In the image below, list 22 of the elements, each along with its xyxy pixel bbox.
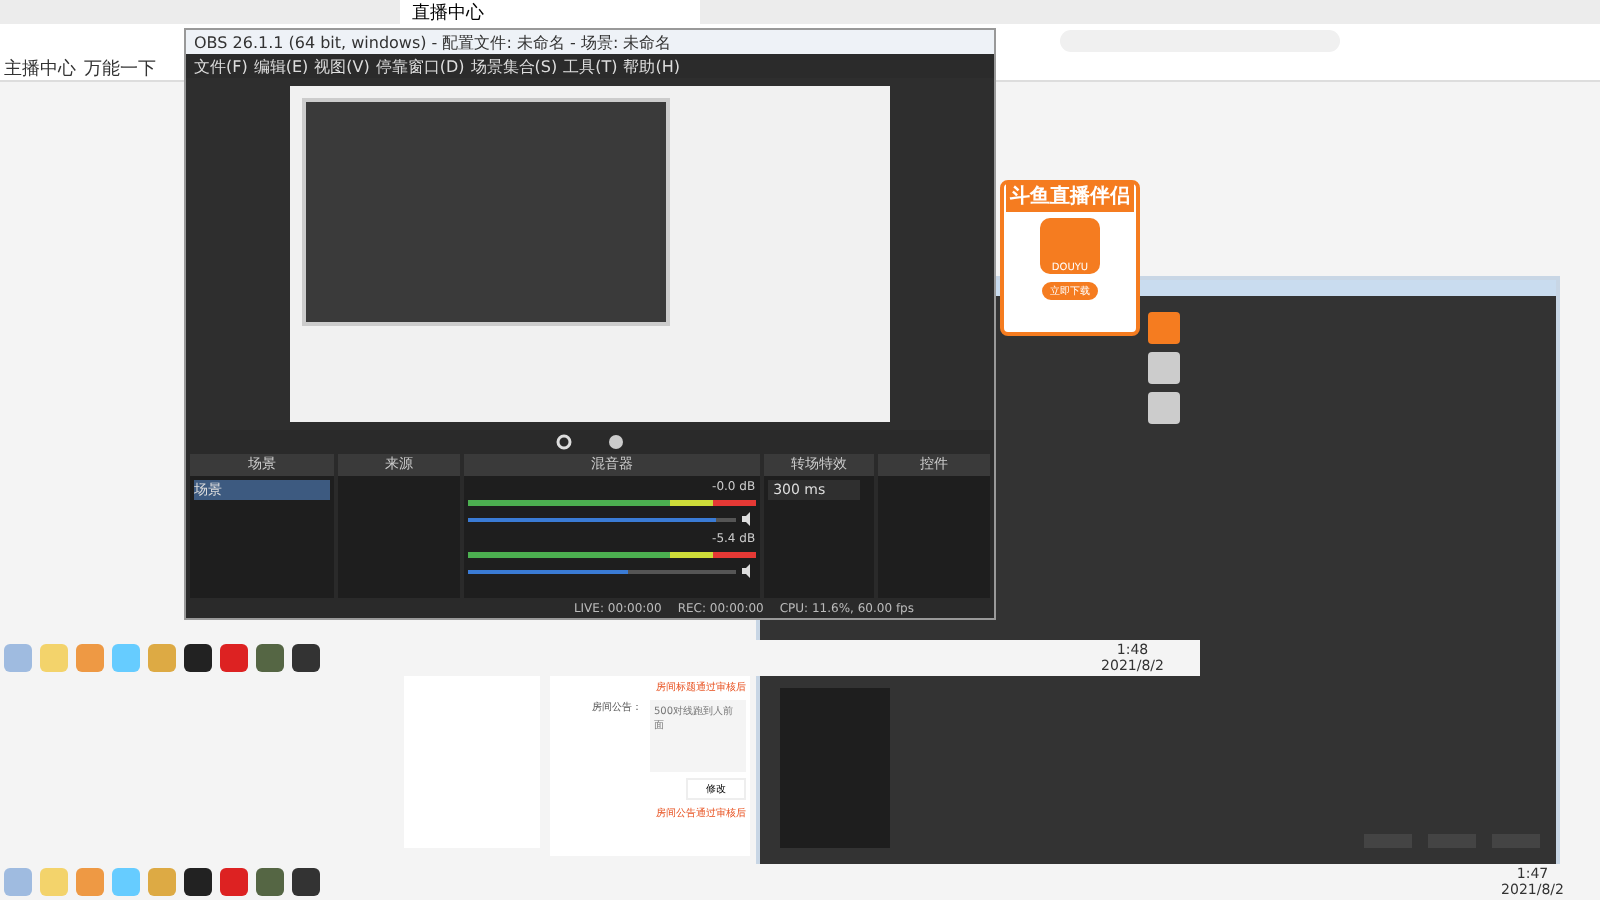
bookmark-link[interactable]: 万能一下 — [84, 55, 156, 81]
controls-panel — [878, 476, 991, 598]
window-title: OBS 26.1.1 (64 bit, windows) - 配置文件: 未命名 - 场景: 未命名 — [194, 31, 672, 53]
menu-item[interactable]: 帮助(H) — [623, 55, 680, 77]
circle-icon[interactable] — [608, 434, 624, 450]
ad-title: 斗鱼直播伴侣 — [1006, 184, 1134, 212]
taskbar-app-icon[interactable] — [184, 868, 212, 896]
taskbar-app-icon[interactable] — [292, 868, 320, 896]
menu-item[interactable]: 工具(T) — [563, 55, 618, 77]
menu-item[interactable]: 文件(F) — [194, 55, 248, 77]
menu-item[interactable]: 编辑(E) — [253, 55, 309, 77]
speaker-icon[interactable] — [741, 564, 756, 578]
taskbar-app-icon[interactable] — [292, 644, 320, 672]
menu-item[interactable]: 视图(V) — [314, 55, 370, 77]
settings-icon[interactable] — [556, 434, 572, 450]
taskbar-app-icon[interactable] — [184, 644, 212, 672]
menu-item[interactable]: 停靠窗口(D) — [375, 55, 465, 77]
menu-item[interactable]: 场景集合(S) — [470, 55, 558, 77]
sources-list — [337, 476, 461, 598]
browser-tab[interactable]: 直播中心 — [400, 0, 700, 24]
speaker-icon[interactable] — [741, 512, 756, 526]
bookmark-link[interactable]: 主播中心 — [4, 55, 76, 81]
